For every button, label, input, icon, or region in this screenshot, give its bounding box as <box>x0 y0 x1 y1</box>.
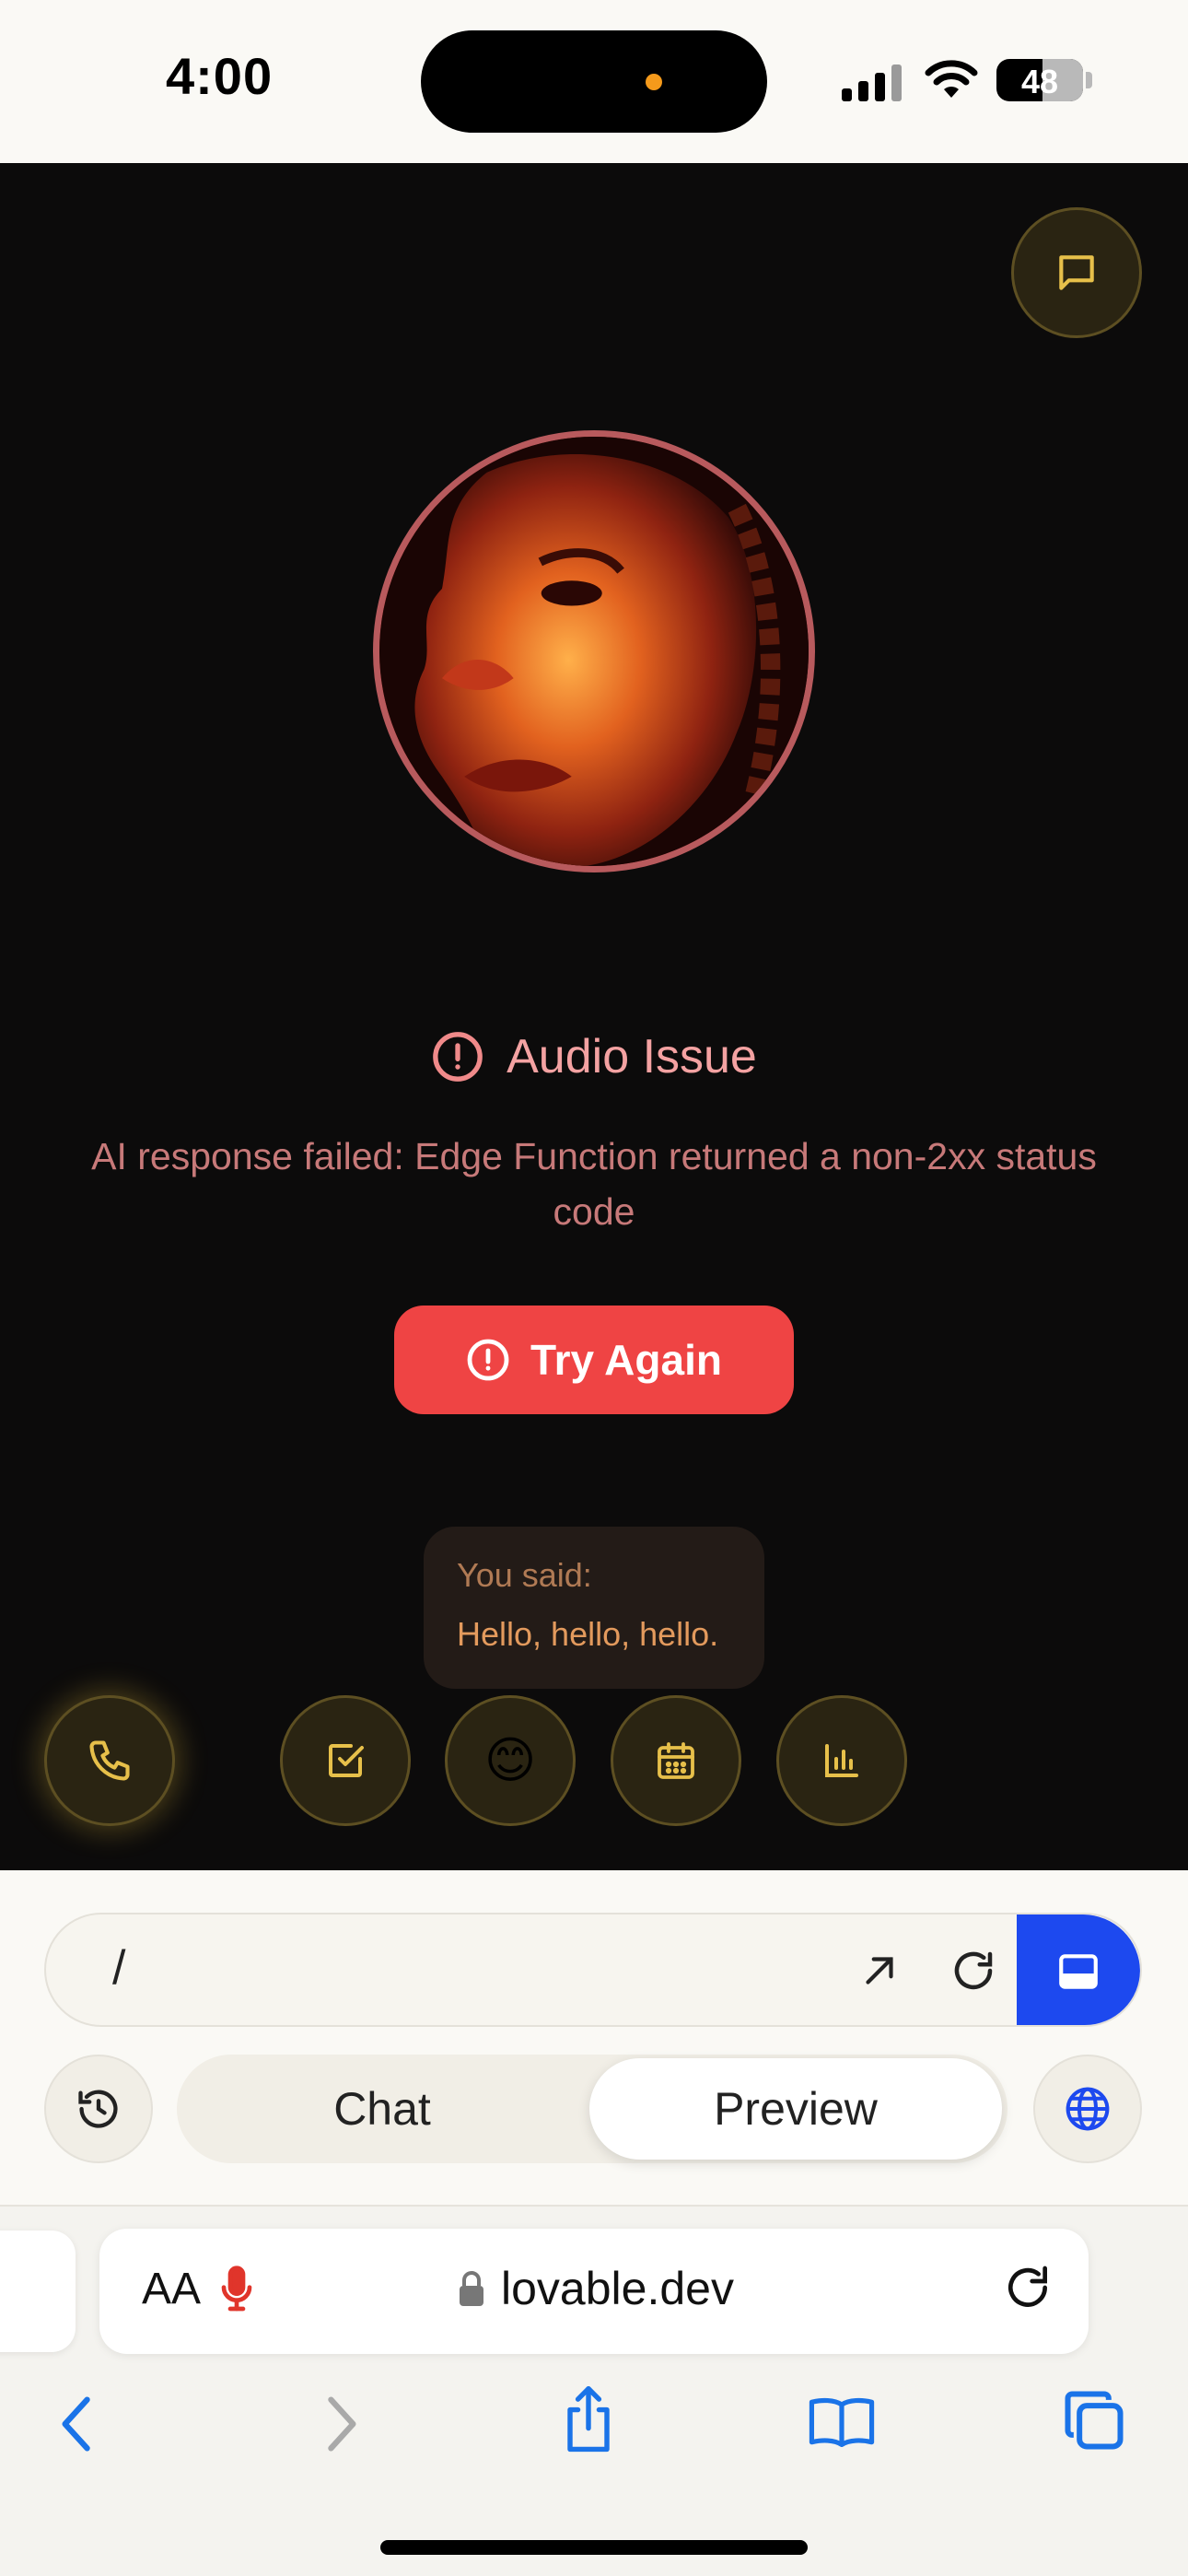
panel-icon <box>1059 1954 1098 1989</box>
history-icon <box>78 2090 118 2128</box>
assistant-avatar <box>373 430 815 872</box>
previous-tab-preview[interactable] <box>0 2231 76 2352</box>
bookmarks-icon[interactable] <box>807 2387 877 2457</box>
forward-icon[interactable] <box>317 2391 363 2457</box>
preview-url-bar[interactable]: / <box>44 1913 1142 2027</box>
safari-toolbar: AA lovable.dev <box>0 2207 1188 2576</box>
battery-icon: 48 <box>996 59 1083 101</box>
toggle-view-button[interactable] <box>1017 1914 1140 2025</box>
try-again-label: Try Again <box>530 1336 722 1384</box>
try-again-button[interactable]: Try Again <box>394 1306 794 1414</box>
microphone-icon[interactable] <box>219 2264 254 2315</box>
lock-icon <box>460 2271 483 2306</box>
share-icon[interactable] <box>556 2383 621 2457</box>
status-bar: 4:00 48 <box>0 0 1188 163</box>
dynamic-island <box>421 30 767 133</box>
address-bar[interactable]: AA lovable.dev <box>99 2229 1089 2354</box>
reload-icon[interactable] <box>1002 2262 1054 2313</box>
emoji-icon: 😊 <box>483 1733 537 1788</box>
stats-button[interactable] <box>776 1695 907 1826</box>
tab-preview[interactable]: Preview <box>589 2058 1002 2160</box>
home-indicator[interactable] <box>380 2540 808 2555</box>
error-title: Audio Issue <box>507 1030 757 1083</box>
back-icon[interactable] <box>55 2391 101 2457</box>
open-external-icon[interactable] <box>856 1948 903 1994</box>
checkbox-icon <box>329 1744 364 1777</box>
reload-icon[interactable] <box>949 1946 998 1996</box>
publish-button[interactable] <box>1033 2055 1142 2163</box>
mic-indicator-dot <box>646 74 662 90</box>
transcript-card: You said: Hello, hello, hello. <box>424 1527 764 1689</box>
alert-circle-icon <box>467 1339 509 1381</box>
alert-circle-icon <box>433 1032 483 1082</box>
mood-button[interactable]: 😊 <box>445 1695 576 1826</box>
calendar-icon <box>658 1742 694 1779</box>
calendar-button[interactable] <box>611 1695 741 1826</box>
message-square-icon <box>1059 255 1094 290</box>
bar-chart-icon <box>825 1744 858 1777</box>
tabs-icon[interactable] <box>1059 2385 1129 2455</box>
phone-icon <box>89 1740 130 1781</box>
lovable-preview-panel: / Chat Preview <box>0 1870 1188 2207</box>
tab-chat[interactable]: Chat <box>177 2055 588 2163</box>
domain-text[interactable]: lovable.dev <box>501 2262 734 2315</box>
transcript-label: You said: <box>457 1556 592 1594</box>
globe-icon <box>1066 2087 1110 2131</box>
wifi-icon <box>925 60 978 98</box>
voice-chat-screen: Audio Issue AI response failed: Edge Fun… <box>0 163 1188 1870</box>
open-chat-button[interactable] <box>1011 207 1142 338</box>
call-button[interactable] <box>44 1695 175 1826</box>
signal-icon <box>842 64 902 101</box>
status-time: 4:00 <box>166 47 274 105</box>
error-description: AI response failed: Edge Function return… <box>91 1135 1097 1233</box>
battery-level: 48 <box>1020 63 1059 100</box>
text-size-button[interactable]: AA <box>142 2264 201 2314</box>
preview-url-path[interactable]: / <box>112 1940 125 1996</box>
transcript-text: Hello, hello, hello. <box>457 1615 719 1653</box>
tasks-button[interactable] <box>280 1695 411 1826</box>
error-heading: Audio Issue <box>0 1029 1188 1084</box>
chat-preview-toggle: Chat Preview <box>177 2055 1007 2163</box>
history-button[interactable] <box>44 2055 153 2163</box>
